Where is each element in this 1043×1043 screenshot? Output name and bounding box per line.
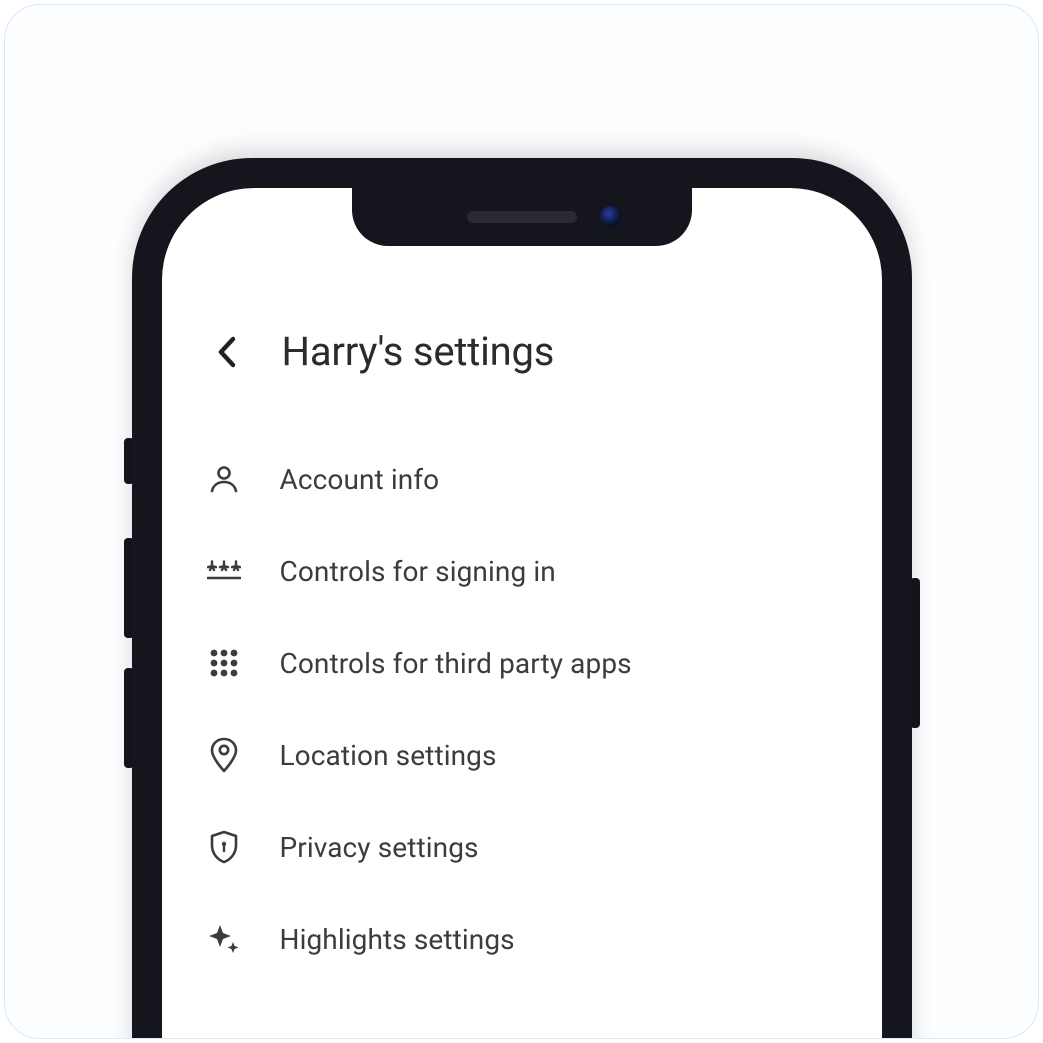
- back-button[interactable]: [206, 332, 246, 372]
- settings-page: Harry's settings Account info: [162, 308, 882, 1039]
- notch: [352, 188, 692, 246]
- pin-icon: [206, 737, 242, 773]
- person-icon: [206, 461, 242, 497]
- menu-item-label: Controls for signing in: [280, 555, 556, 588]
- menu-item-label: Account info: [280, 463, 440, 496]
- menu-item-privacy-settings[interactable]: Privacy settings: [206, 801, 838, 893]
- device-frame: Harry's settings Account info: [4, 4, 1039, 1039]
- menu-item-label: Highlights settings: [280, 923, 515, 956]
- menu-item-account-info[interactable]: Account info: [206, 433, 838, 525]
- menu-item-third-party-controls[interactable]: Controls for third party apps: [206, 617, 838, 709]
- settings-menu: Account info Controls for signing in: [206, 433, 838, 985]
- phone-mock: Harry's settings Account info: [132, 158, 912, 1039]
- menu-item-label: Controls for third party apps: [280, 647, 632, 680]
- menu-item-label: Privacy settings: [280, 831, 479, 864]
- speaker-grill: [467, 211, 577, 223]
- sparkle-icon: [206, 921, 242, 957]
- grid-icon: [206, 645, 242, 681]
- phone-screen: Harry's settings Account info: [162, 188, 882, 1039]
- chevron-left-icon: [215, 335, 237, 369]
- front-camera: [600, 206, 622, 228]
- menu-item-location-settings[interactable]: Location settings: [206, 709, 838, 801]
- menu-item-highlights-settings[interactable]: Highlights settings: [206, 893, 838, 985]
- password-icon: [206, 553, 242, 589]
- menu-item-signin-controls[interactable]: Controls for signing in: [206, 525, 838, 617]
- page-title: Harry's settings: [282, 328, 555, 375]
- page-header: Harry's settings: [206, 328, 838, 375]
- shield-icon: [206, 829, 242, 865]
- menu-item-label: Location settings: [280, 739, 497, 772]
